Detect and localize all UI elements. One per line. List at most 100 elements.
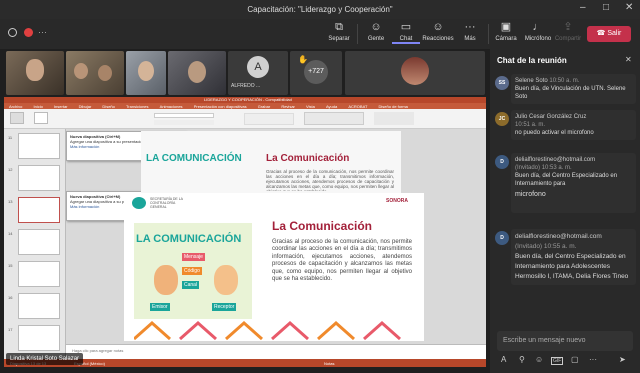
font-format-icons[interactable] <box>154 120 214 125</box>
overflow-participants[interactable]: +727 ✋ <box>290 51 342 95</box>
slide-body: Gracias al proceso de la comunicación, n… <box>266 169 394 191</box>
send-icon[interactable]: ➤ <box>619 355 626 364</box>
slide-thumbnail[interactable] <box>18 133 60 159</box>
message-time: 10:53 a. m. <box>541 165 572 171</box>
decorative-pattern <box>134 321 401 341</box>
slide-thumbnail-selected[interactable] <box>18 197 60 223</box>
slide-thumbnail[interactable] <box>18 261 60 287</box>
mensaje-bubble: Mensaje <box>182 253 205 261</box>
avatar: D <box>495 231 509 245</box>
chat-message: delialflorestineo@hotmail.com (Invitado)… <box>511 229 636 285</box>
maximize-button[interactable]: □ <box>603 3 609 13</box>
raised-hand-icon: ✋ <box>298 55 308 64</box>
new-slide-icon[interactable] <box>34 112 48 124</box>
participant-video-tile[interactable] <box>6 51 64 95</box>
chat-icon: ▭ <box>400 21 412 33</box>
ppt-file-title: LIDERAZGO Y COOPERACIÓN - Compatibilidad <box>204 97 292 102</box>
separate-label: Separar <box>328 36 350 42</box>
thumb-number: 16 <box>8 295 13 300</box>
message-text: no puedo activar el microfono <box>515 130 594 136</box>
participant-video-tile[interactable] <box>66 51 124 95</box>
slide-thumbnails: 11 12 13 14 15 16 17 <box>4 129 66 359</box>
more-icon[interactable]: ··· <box>589 355 597 364</box>
thumb-number: 14 <box>8 231 13 236</box>
share-icon: ⇪ <box>563 21 573 33</box>
chat-message: Julio Cesar González Cruz 10:51 a. m. no… <box>511 110 636 140</box>
record-icon <box>24 28 33 37</box>
chat-message: delialflorestineo@hotmail.com (Invitado)… <box>511 153 636 213</box>
emisor-figure <box>154 265 178 295</box>
chat-message: Selene Soto 10:50 a. m. Buen día, de Vin… <box>511 74 636 104</box>
receptor-label: Receptor <box>212 303 237 311</box>
people-button[interactable]: ☺ Gente <box>362 21 390 42</box>
microphone-button[interactable]: ♩ Micrófono <box>522 21 554 42</box>
hang-up-icon: ☎ <box>596 30 608 37</box>
graphic-title: LA COMUNICACIÓN <box>146 153 242 164</box>
sticker-icon[interactable]: ▢ <box>571 355 579 364</box>
minimize-button[interactable]: – <box>580 3 586 13</box>
participant-video-tile[interactable] <box>126 51 166 95</box>
slide-body: Gracias al proceso de la comunicación, n… <box>272 239 412 283</box>
message-text: Buen día, del Centro Especializado en In… <box>515 173 618 187</box>
message-time: 10:55 a. m. <box>543 243 577 250</box>
gif-icon[interactable]: GIF <box>551 357 564 365</box>
avatar <box>401 57 429 85</box>
thumb-number: 11 <box>8 135 13 140</box>
slide-thumbnail[interactable] <box>18 325 60 351</box>
attach-icon[interactable]: ⚲ <box>519 355 525 364</box>
format-icon[interactable]: A <box>501 355 506 364</box>
camera-button[interactable]: ▣ Cámara <box>492 21 520 42</box>
message-text: Buen día, del Centro Especializado en In… <box>515 253 629 280</box>
participant-tile-alfredo[interactable]: A ALFREDO ... <box>228 51 288 95</box>
slide-thumbnail[interactable] <box>18 165 60 191</box>
editing-group[interactable] <box>374 112 414 125</box>
reactions-icon: ☺ <box>432 21 444 33</box>
message-guest: (Invitado) <box>515 165 541 171</box>
close-chat-icon[interactable]: ✕ <box>625 55 632 64</box>
chat-input[interactable]: Escribe un mensaje nuevo <box>497 331 633 351</box>
message-author: delialflorestineo@hotmail.com <box>515 233 602 240</box>
notes-toggle[interactable]: Notas <box>324 361 334 366</box>
thumb-number: 15 <box>8 263 13 268</box>
close-window-button[interactable]: ✕ <box>625 3 633 13</box>
slide-heading: La Comunicación <box>266 153 350 164</box>
slide-canvas[interactable]: SECRETARÍA DE LA CONTRALORÍA GENERAL SON… <box>124 193 424 341</box>
font-select[interactable] <box>154 113 214 118</box>
slide-thumbnail[interactable] <box>18 229 60 255</box>
graphic-title: LA COMUNICACIÓN <box>136 233 242 245</box>
window-title: Capacitación: "Liderazgo y Cooperación" <box>247 5 393 14</box>
leave-button[interactable]: ☎ Salir <box>587 26 631 42</box>
meeting-timer: ··· <box>38 27 47 37</box>
message-time: 10:50 a. m. <box>549 78 580 84</box>
reactions-button[interactable]: ☺ Reacciones <box>420 21 456 42</box>
notes-pane[interactable]: Haga clic para agregar notas <box>66 344 486 359</box>
share-button[interactable]: ⇪ Compartir <box>554 21 582 42</box>
message-guest: (Invitado) <box>515 243 543 250</box>
avatar: D <box>495 155 509 169</box>
people-label: Gente <box>367 36 385 42</box>
participant-tile-photo[interactable] <box>345 51 485 95</box>
avatar: A <box>247 56 269 78</box>
message-overlay: microfono <box>515 191 546 198</box>
avatar: SS <box>495 76 509 90</box>
canal-bubble: Canal <box>182 281 200 289</box>
paragraph-icons[interactable] <box>244 113 294 125</box>
receptor-figure <box>214 265 238 295</box>
chat-title: Chat de la reunión <box>497 56 567 65</box>
emisor-label: Emisor <box>150 303 170 311</box>
microphone-label: Micrófono <box>524 36 552 42</box>
participant-video-tile[interactable] <box>168 51 226 95</box>
emoji-icon[interactable]: ☺ <box>535 355 543 364</box>
department-label: SECRETARÍA DE LA CONTRALORÍA GENERAL <box>150 197 183 209</box>
message-text: Buen día, de Vinculación de UTN. Selene … <box>515 86 626 100</box>
shapes-gallery[interactable] <box>304 112 364 125</box>
slide-thumbnail[interactable] <box>18 293 60 319</box>
camera-off-icon: ▣ <box>500 21 512 33</box>
separate-button[interactable]: ⧉ Separar <box>325 21 353 42</box>
more-button[interactable]: ··· Más <box>456 21 484 42</box>
participant-gallery: A ALFREDO ... +727 ✋ <box>0 49 490 97</box>
chat-button[interactable]: ▭ Chat <box>392 21 420 44</box>
paste-icon[interactable] <box>10 112 24 124</box>
message-author: Selene Soto <box>515 78 548 84</box>
meeting-chat-panel: Chat de la reunión ✕ SS Selene Soto 10:5… <box>490 49 640 373</box>
